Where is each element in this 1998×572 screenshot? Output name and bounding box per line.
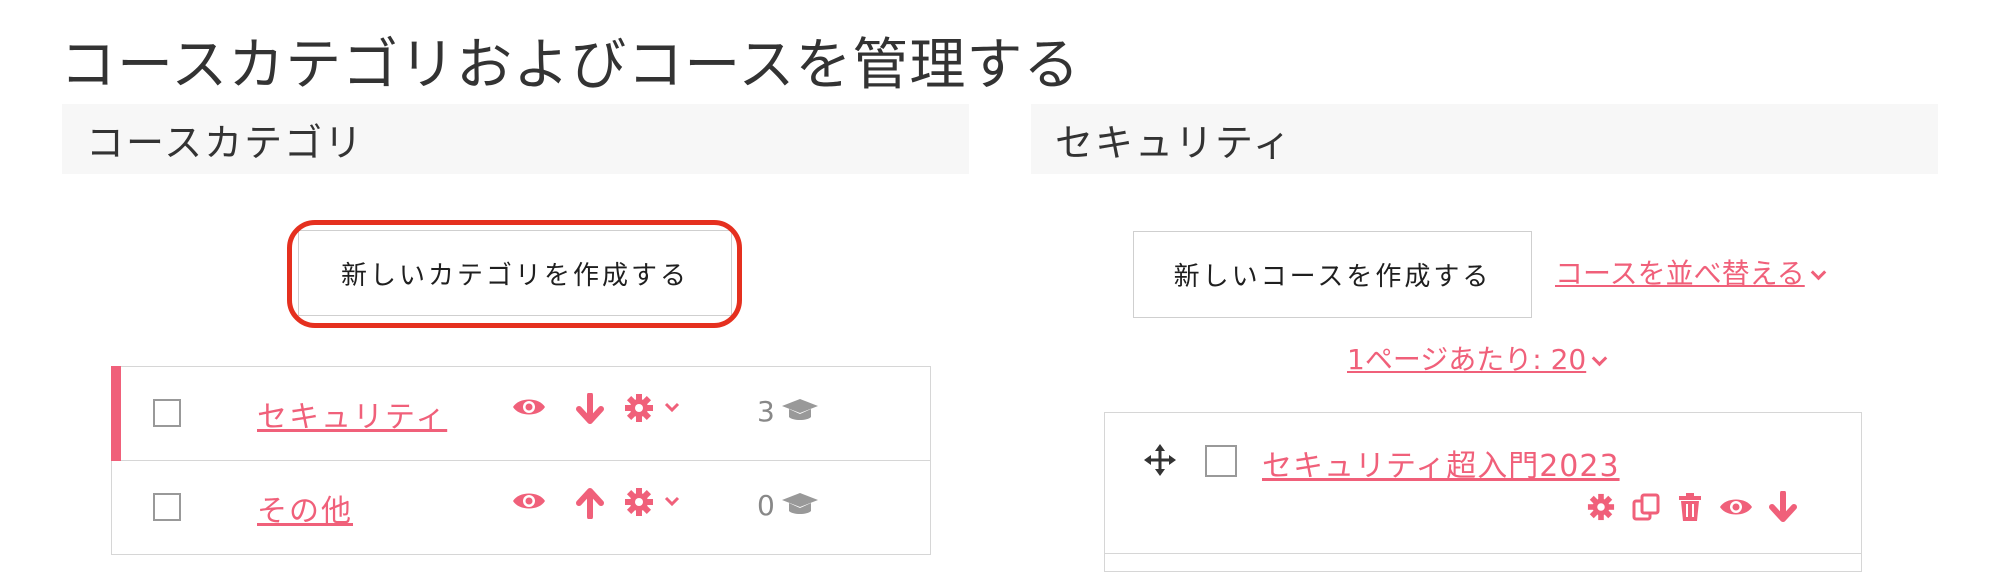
gear-icon[interactable] bbox=[624, 393, 654, 423]
chevron-down-icon[interactable] bbox=[662, 397, 682, 417]
create-category-button[interactable]: 新しいカテゴリを作成する bbox=[298, 230, 732, 316]
eye-icon[interactable] bbox=[512, 489, 546, 513]
page-title: コースカテゴリおよびコースを管理する bbox=[60, 33, 1081, 98]
category-link[interactable]: その他 bbox=[257, 486, 353, 530]
chevron-down-icon bbox=[1810, 264, 1827, 281]
per-page-link[interactable]: 1ページあたり: 20 bbox=[1347, 338, 1608, 378]
course-list: セキュリティ超入門2023 bbox=[1104, 412, 1862, 572]
category-panel-header: コースカテゴリ bbox=[62, 104, 969, 174]
course-count: 3 bbox=[757, 395, 775, 428]
gear-icon[interactable] bbox=[1587, 493, 1615, 521]
category-row[interactable]: その他 0 bbox=[112, 461, 930, 555]
category-link[interactable]: セキュリティ bbox=[257, 392, 447, 436]
course-row[interactable]: セキュリティ超入門2023 bbox=[1105, 413, 1861, 554]
trash-icon[interactable] bbox=[1677, 492, 1703, 522]
course-checkbox[interactable] bbox=[1205, 445, 1237, 477]
eye-icon[interactable] bbox=[512, 395, 546, 419]
gear-icon[interactable] bbox=[624, 487, 654, 517]
category-list: セキュリティ 3 その他 0 bbox=[111, 366, 931, 555]
course-link[interactable]: セキュリティ超入門2023 bbox=[1262, 441, 1620, 485]
arrow-down-icon[interactable] bbox=[576, 393, 604, 425]
category-row[interactable]: セキュリティ 3 bbox=[111, 366, 930, 461]
eye-icon[interactable] bbox=[1719, 495, 1753, 519]
sort-courses-link[interactable]: コースを並べ替える bbox=[1555, 252, 1827, 292]
course-panel-title: セキュリティ bbox=[1055, 120, 1293, 165]
move-icon[interactable] bbox=[1143, 443, 1177, 477]
graduation-cap-icon bbox=[782, 399, 818, 420]
chevron-down-icon bbox=[1591, 350, 1608, 367]
course-panel-header: セキュリティ bbox=[1031, 104, 1938, 174]
sort-courses-label[interactable]: コースを並べ替える bbox=[1555, 257, 1805, 290]
arrow-down-icon[interactable] bbox=[1769, 491, 1797, 523]
create-course-button[interactable]: 新しいコースを作成する bbox=[1133, 231, 1532, 318]
per-page-label[interactable]: 1ページあたり: 20 bbox=[1347, 343, 1586, 376]
graduation-cap-icon bbox=[782, 493, 818, 514]
category-checkbox[interactable] bbox=[153, 493, 181, 521]
category-checkbox[interactable] bbox=[153, 399, 181, 427]
course-actions bbox=[1587, 491, 1797, 523]
copy-icon[interactable] bbox=[1631, 492, 1661, 522]
category-panel-title: コースカテゴリ bbox=[86, 120, 365, 165]
course-count: 0 bbox=[757, 489, 775, 522]
chevron-down-icon[interactable] bbox=[662, 491, 682, 511]
arrow-up-icon[interactable] bbox=[576, 487, 604, 519]
